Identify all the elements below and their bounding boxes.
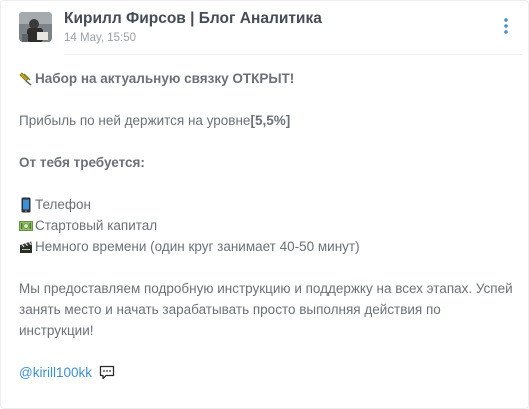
requirement-item-time: Немного времени (один круг занимает 40-5… [19, 236, 519, 257]
post-menu-button[interactable] [497, 15, 515, 37]
profit-text: Прибыль по ней держится на уровне [19, 113, 251, 128]
vertical-dots-icon [504, 18, 508, 34]
requirement-item-capital: Стартовый капитал [19, 215, 519, 236]
banknote-icon [19, 218, 33, 234]
clapper-board-icon [19, 239, 33, 255]
requirement-item-phone: Телефон [19, 194, 519, 215]
post-body: Набор на актуальную связку ОТКРЫТ! Прибы… [19, 68, 519, 383]
header-divider [64, 54, 522, 55]
requirement-label: Немного времени (один круг занимает 40-5… [35, 239, 360, 254]
mobile-phone-icon [19, 197, 33, 213]
info-paragraph: Мы предоставляем подробную инструкцию и … [19, 281, 513, 338]
post-headline: Набор на актуальную связку ОТКРЫТ! [19, 68, 519, 89]
profit-value: [5,5%] [250, 113, 291, 128]
pushpin-icon [19, 71, 33, 87]
mention-line: @kirill100kk [19, 362, 519, 383]
speech-bubble-icon[interactable] [98, 365, 116, 381]
requirements-title: От тебя требуется: [19, 155, 145, 170]
mention-link[interactable]: @kirill100kk [19, 362, 92, 383]
author-avatar[interactable] [19, 12, 52, 42]
requirement-label: Стартовый капитал [35, 218, 158, 233]
requirement-label: Телефон [35, 197, 92, 212]
post-timestamp: 14 May, 15:50 [64, 32, 137, 44]
headline-text: Набор на актуальную связку ОТКРЫТ! [35, 71, 295, 86]
author-name[interactable]: Кирилл Фирсов | Блог Аналитика [64, 10, 322, 28]
profit-line: Прибыль по ней держится на уровне [5,5%] [19, 110, 519, 131]
post-card: Кирилл Фирсов | Блог Аналитика 14 May, 1… [0, 0, 529, 409]
